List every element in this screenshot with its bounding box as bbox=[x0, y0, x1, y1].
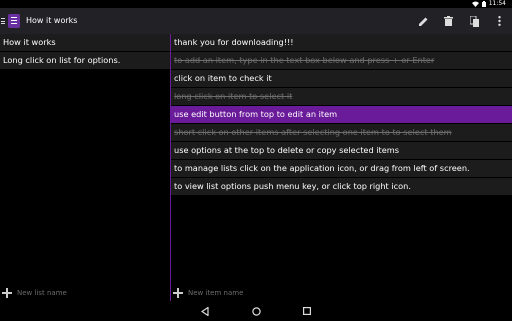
add-list-icon[interactable] bbox=[2, 288, 12, 298]
items-pane: thank you for downloading!!! to add an i… bbox=[171, 34, 512, 301]
list-item[interactable]: Long click on list for options. bbox=[0, 52, 170, 69]
list-item[interactable]: short click on other items after selecti… bbox=[171, 124, 512, 141]
recents-button[interactable] bbox=[301, 305, 313, 317]
list-item[interactable]: use edit button from top to edit an item bbox=[171, 106, 512, 123]
delete-button[interactable] bbox=[441, 14, 455, 28]
list-item[interactable]: thank you for downloading!!! bbox=[171, 34, 512, 51]
lists-pane: How it works Long click on list for opti… bbox=[0, 34, 170, 301]
list-item[interactable]: to add an item, type in the text box bel… bbox=[171, 52, 512, 69]
wifi-icon bbox=[471, 1, 479, 7]
list-item-label: Long click on list for options. bbox=[3, 55, 121, 65]
item-label: to view list options push menu key, or c… bbox=[174, 181, 411, 191]
pencil-icon bbox=[418, 17, 427, 26]
app-title: How it works bbox=[26, 16, 78, 25]
item-label: thank you for downloading!!! bbox=[174, 37, 294, 47]
edit-button[interactable] bbox=[416, 14, 430, 28]
overflow-menu-icon bbox=[497, 16, 501, 26]
navigation-bar bbox=[0, 301, 512, 321]
copy-icon bbox=[469, 15, 479, 27]
item-label: use edit button from top to edit an item bbox=[174, 109, 338, 119]
add-item-icon[interactable] bbox=[173, 288, 183, 298]
trash-icon bbox=[443, 16, 453, 26]
back-icon bbox=[201, 306, 209, 316]
copy-button[interactable] bbox=[467, 14, 481, 28]
new-item-input[interactable] bbox=[188, 287, 488, 299]
list-item[interactable]: click on item to check it bbox=[171, 70, 512, 87]
status-clock: 11:54 bbox=[488, 0, 506, 7]
list-item[interactable]: to view list options push menu key, or c… bbox=[171, 178, 512, 195]
status-icons: 11:54 bbox=[471, 0, 506, 8]
item-label: use options at the top to delete or copy… bbox=[174, 145, 400, 155]
drawer-hamburger-icon[interactable] bbox=[1, 18, 5, 24]
home-icon bbox=[251, 306, 261, 316]
recents-icon bbox=[303, 307, 311, 315]
item-label: short click on other items after selecti… bbox=[174, 127, 452, 137]
app-icon[interactable] bbox=[8, 14, 20, 28]
home-button[interactable] bbox=[250, 305, 262, 317]
list-item[interactable]: use options at the top to delete or copy… bbox=[171, 142, 512, 159]
item-label: to add an item, type in the text box bel… bbox=[174, 55, 435, 65]
action-bar: How it works bbox=[0, 8, 512, 34]
new-item-row bbox=[171, 285, 512, 301]
back-button[interactable] bbox=[199, 305, 211, 317]
list-item[interactable]: to manage lists click on the application… bbox=[171, 160, 512, 177]
list-item-label: How it works bbox=[3, 37, 56, 47]
status-bar: 11:54 bbox=[0, 0, 512, 8]
list-item[interactable]: How it works bbox=[0, 34, 170, 51]
list-item[interactable]: long click on item to select it bbox=[171, 88, 512, 105]
new-list-row bbox=[0, 285, 170, 301]
overflow-menu-button[interactable] bbox=[492, 14, 506, 28]
item-label: to manage lists click on the application… bbox=[174, 163, 470, 173]
new-list-input[interactable] bbox=[17, 287, 157, 299]
item-label: click on item to check it bbox=[174, 73, 272, 83]
battery-icon bbox=[481, 1, 486, 7]
item-label: long click on item to select it bbox=[174, 91, 293, 101]
